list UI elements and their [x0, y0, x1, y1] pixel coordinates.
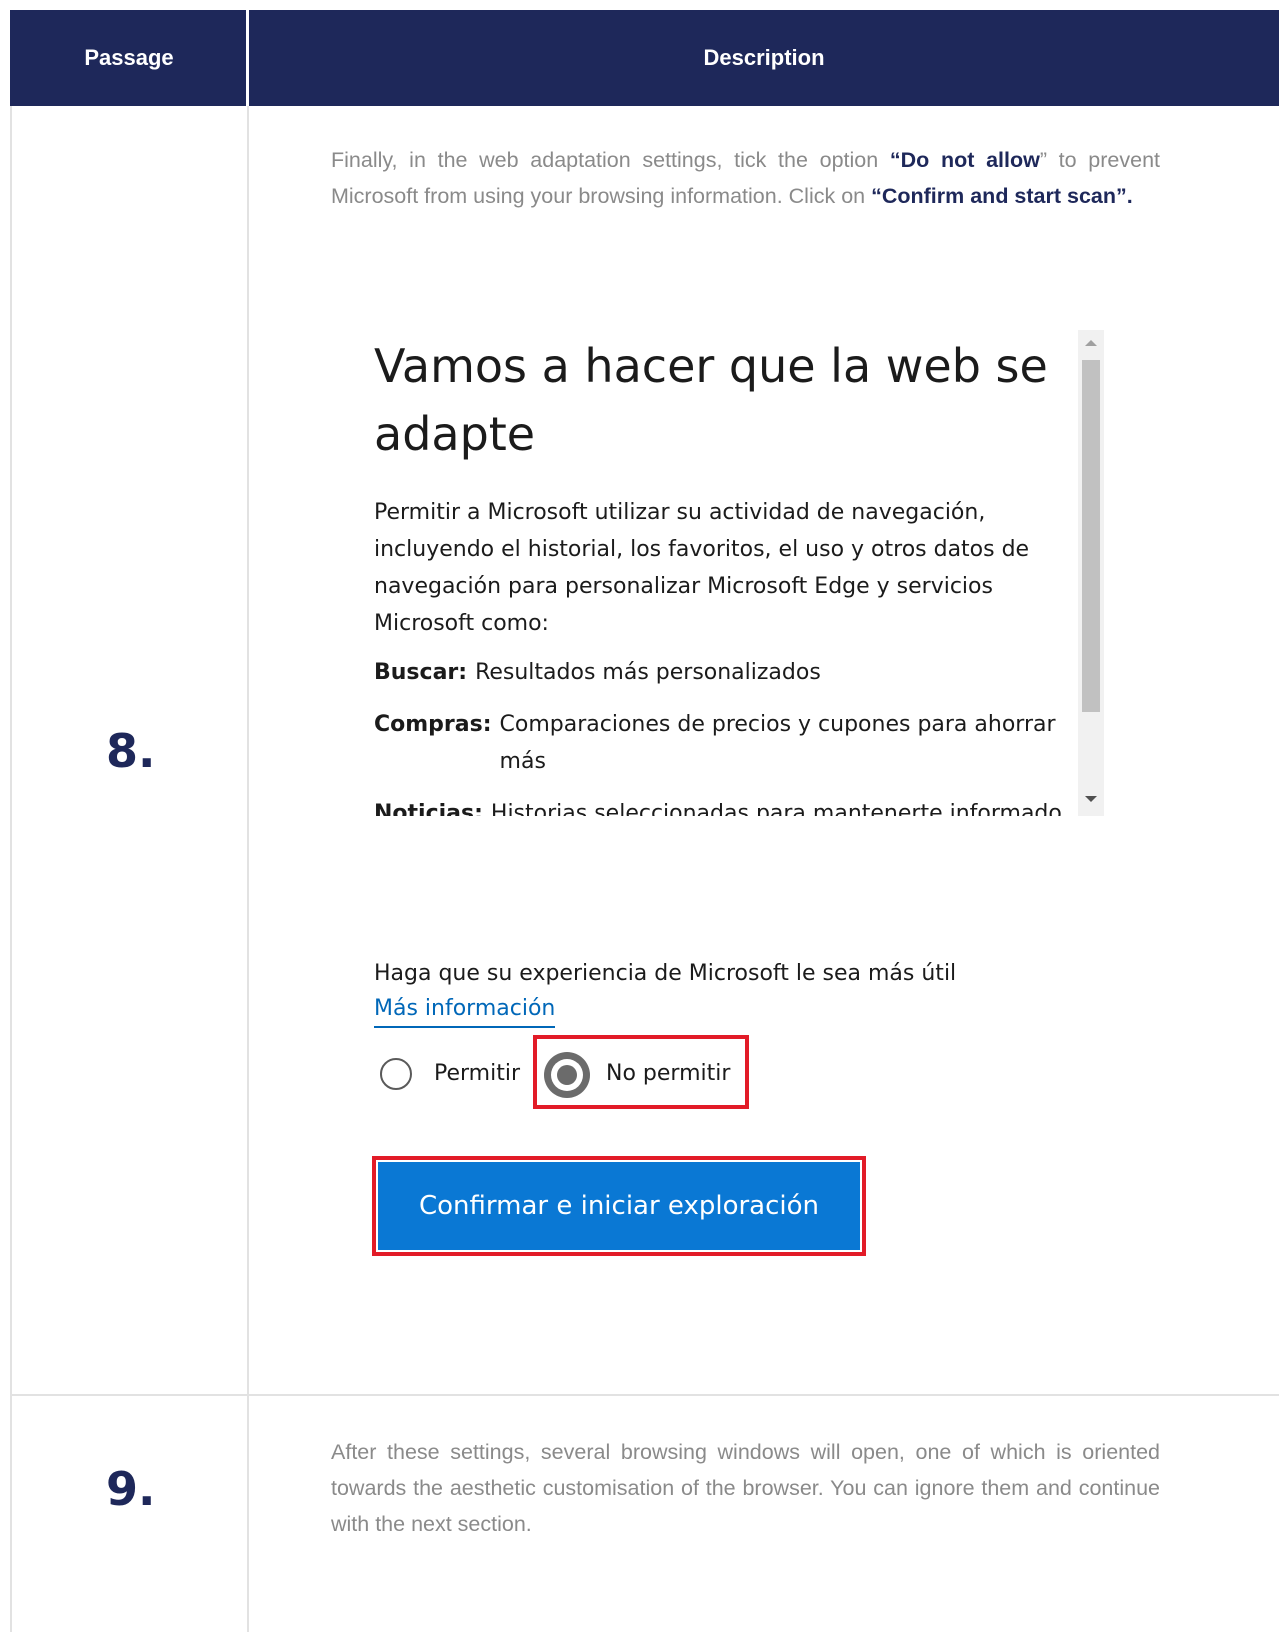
- left-border: [10, 106, 12, 1632]
- list-item: Buscar: Resultados más personalizados: [374, 660, 821, 685]
- scroll-down-icon[interactable]: [1085, 796, 1097, 802]
- dialog-title: Vamos a hacer que la web se adapte: [374, 339, 1048, 461]
- column-divider: [247, 106, 249, 1632]
- list-item: Compras: Comparaciones de precios y cupon…: [374, 712, 1056, 774]
- list-item: Noticias: Historias seleccionadas para ma…: [374, 801, 1062, 816]
- header-description: Description: [703, 45, 825, 70]
- help-text: Haga que su experiencia de Microsoft le …: [374, 961, 957, 986]
- scroll-area[interactable]: Vamos a hacer que la web se adapte Permi…: [372, 328, 1077, 816]
- radio-allow-label[interactable]: Permitir: [434, 1059, 520, 1089]
- step-number: 9.: [106, 1462, 156, 1516]
- edge-setup-screenshot: Vamos a hacer que la web se adapte Permi…: [372, 328, 1104, 1268]
- scrollbar[interactable]: [1078, 330, 1104, 816]
- more-info-link[interactable]: Más información: [374, 992, 556, 1028]
- header-passage: Passage: [84, 45, 174, 70]
- radio-allow[interactable]: [380, 1058, 412, 1090]
- step-number: 8.: [106, 724, 156, 778]
- row-divider: [10, 1394, 1279, 1396]
- highlight-box: [372, 1156, 866, 1256]
- table-header: Passage Description: [10, 10, 1279, 106]
- step-description: Finally, in the web adaptation settings,…: [331, 148, 1161, 208]
- scrollbar-thumb[interactable]: [1082, 360, 1100, 712]
- step-description: After these settings, several browsing w…: [331, 1440, 1160, 1536]
- highlight-box: [533, 1035, 749, 1109]
- dialog-paragraph: Permitir a Microsoft utilizar su activid…: [374, 500, 1030, 636]
- scroll-up-icon[interactable]: [1085, 340, 1097, 346]
